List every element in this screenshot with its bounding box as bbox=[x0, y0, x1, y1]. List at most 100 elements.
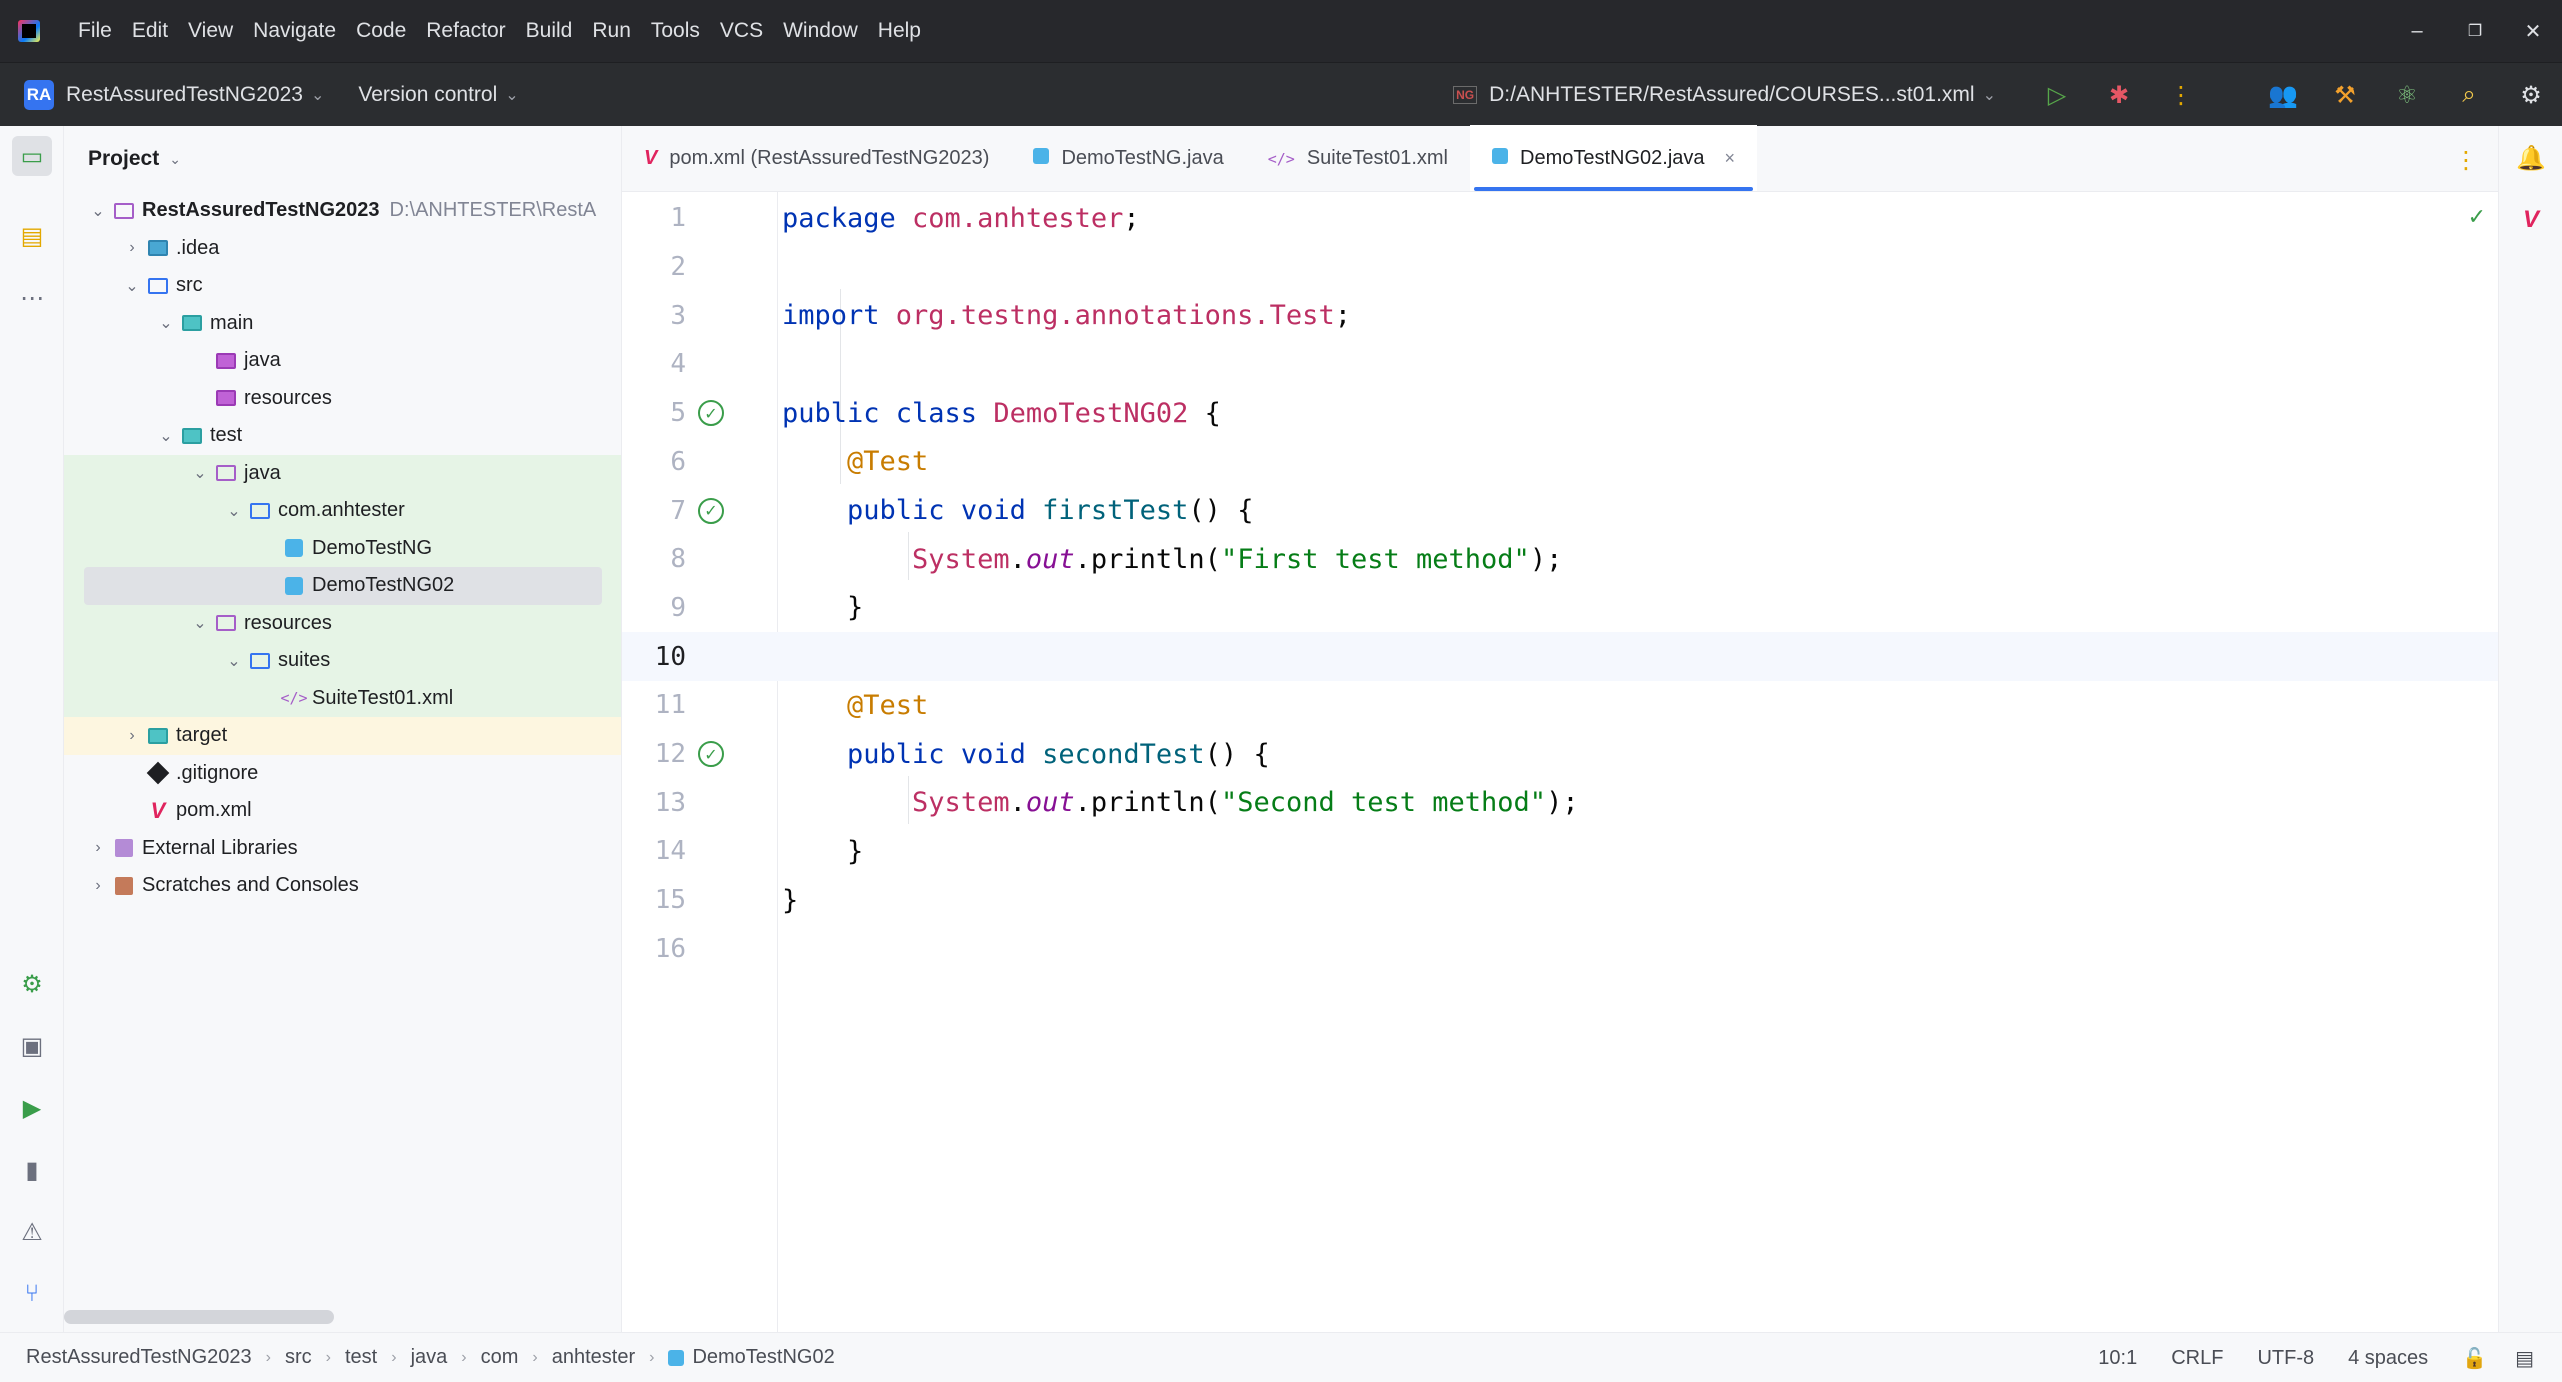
breadcrumb-item[interactable]: com bbox=[481, 1346, 519, 1369]
build-tools-icon[interactable]: ⚒ bbox=[2314, 81, 2376, 110]
line-number[interactable]: 11 bbox=[622, 690, 686, 720]
breadcrumb-item[interactable]: anhtester bbox=[552, 1346, 635, 1369]
chevron-down-icon[interactable]: ⌄ bbox=[505, 85, 518, 105]
tree-item[interactable]: › .idea bbox=[64, 230, 621, 268]
search-icon[interactable]: ⌕ bbox=[2438, 81, 2500, 109]
intellij-logo-icon[interactable] bbox=[18, 20, 40, 42]
line-number[interactable]: 9 bbox=[622, 593, 686, 623]
line-number[interactable]: 13 bbox=[622, 788, 686, 818]
terminal-icon[interactable]: ▮ bbox=[12, 1150, 52, 1190]
project-badge[interactable]: RA bbox=[24, 79, 54, 110]
indent-setting[interactable]: 4 spaces bbox=[2348, 1347, 2428, 1370]
tree-item[interactable]: ⌄ java bbox=[64, 454, 621, 492]
tree-item[interactable]: › Scratches and Consoles bbox=[64, 867, 621, 905]
tree-item[interactable]: Vpom.xml bbox=[64, 792, 621, 830]
chevron-right-icon[interactable]: › bbox=[118, 239, 146, 257]
tree-item[interactable]: ⌄ com.anhtester bbox=[64, 492, 621, 530]
project-panel-header[interactable]: Project ⌄ bbox=[64, 126, 621, 192]
menu-tools[interactable]: Tools bbox=[651, 19, 700, 43]
line-number[interactable]: 7 bbox=[622, 496, 686, 526]
project-name-dropdown[interactable]: RestAssuredTestNG2023 bbox=[66, 83, 303, 107]
line-number[interactable]: 5 bbox=[622, 398, 686, 428]
tree-item[interactable]: ⌄ suites bbox=[64, 642, 621, 680]
line-number[interactable]: 2 bbox=[622, 252, 686, 282]
chevron-down-icon[interactable]: ⌄ bbox=[152, 426, 180, 446]
services-gear-icon[interactable]: ⚙ bbox=[12, 964, 52, 1004]
menu-vcs[interactable]: VCS bbox=[720, 19, 763, 43]
tree-item[interactable]: .gitignore bbox=[64, 755, 621, 793]
line-number[interactable]: 14 bbox=[622, 836, 686, 866]
tree-item[interactable]: DemoTestNG02 bbox=[64, 567, 621, 605]
menu-file[interactable]: File bbox=[78, 19, 112, 43]
menu-view[interactable]: View bbox=[188, 19, 233, 43]
restore-button[interactable]: ❐ bbox=[2446, 21, 2504, 41]
chevron-down-icon[interactable]: ⌄ bbox=[84, 201, 112, 221]
code-with-me-icon[interactable]: 👥 bbox=[2252, 81, 2314, 110]
editor-tab[interactable]: DemoTestNG02.java × bbox=[1470, 125, 1758, 191]
chevron-right-icon[interactable]: › bbox=[84, 839, 112, 857]
close-window-button[interactable]: ✕ bbox=[2504, 19, 2562, 44]
structure-icon[interactable]: ▤ bbox=[12, 216, 52, 256]
debug-icon[interactable]: ✱ bbox=[2088, 81, 2150, 110]
memory-indicator-icon[interactable]: ▤ bbox=[2515, 1346, 2534, 1371]
chevron-down-icon[interactable]: ⌄ bbox=[152, 313, 180, 333]
tree-item[interactable]: ⌄ test bbox=[64, 417, 621, 455]
run-icon[interactable]: ▶ bbox=[12, 1088, 52, 1128]
file-encoding[interactable]: UTF-8 bbox=[2257, 1347, 2314, 1370]
tree-item[interactable]: › External Libraries bbox=[64, 830, 621, 868]
tree-item[interactable]: ⌄ src bbox=[64, 267, 621, 305]
caret-position[interactable]: 10:1 bbox=[2098, 1347, 2137, 1370]
chevron-right-icon[interactable]: › bbox=[118, 727, 146, 745]
chevron-down-icon[interactable]: ⌄ bbox=[169, 151, 181, 168]
menu-refactor[interactable]: Refactor bbox=[426, 19, 505, 43]
line-number[interactable]: 10 bbox=[622, 642, 686, 672]
chevron-down-icon[interactable]: ⌄ bbox=[311, 85, 324, 105]
version-control-dropdown[interactable]: Version control bbox=[358, 83, 497, 107]
tabs-more-icon[interactable]: ⋮ bbox=[2454, 146, 2478, 175]
minimize-button[interactable]: – bbox=[2388, 20, 2446, 43]
tree-item[interactable]: › target bbox=[64, 717, 621, 755]
menu-run[interactable]: Run bbox=[592, 19, 631, 43]
tree-item[interactable]: ⌄ main bbox=[64, 305, 621, 343]
run-test-passed-icon[interactable]: ✓ bbox=[698, 400, 724, 427]
menu-build[interactable]: Build bbox=[526, 19, 573, 43]
line-number[interactable]: 1 bbox=[622, 203, 686, 233]
more-tool-windows-icon[interactable]: ⋯ bbox=[12, 278, 52, 318]
menu-code[interactable]: Code bbox=[356, 19, 406, 43]
line-number[interactable]: 6 bbox=[622, 447, 686, 477]
chevron-down-icon[interactable]: ⌄ bbox=[186, 463, 214, 483]
close-tab-icon[interactable]: × bbox=[1725, 148, 1736, 169]
tree-item[interactable]: ⌄ RestAssuredTestNG2023 D:\ANHTESTER\RestA bbox=[64, 192, 621, 230]
settings-gear-icon[interactable]: ⚙ bbox=[2500, 81, 2562, 110]
breadcrumb-item[interactable]: test bbox=[345, 1346, 377, 1369]
run-test-passed-icon[interactable]: ✓ bbox=[698, 741, 724, 768]
maven-icon[interactable]: V bbox=[2511, 200, 2551, 240]
breadcrumb-item[interactable]: java bbox=[411, 1346, 448, 1369]
chevron-down-icon[interactable]: ⌄ bbox=[220, 501, 248, 521]
breadcrumb-item[interactable]: RestAssuredTestNG2023 bbox=[26, 1346, 252, 1369]
run-configuration-dropdown[interactable]: NG D:/ANHTESTER/RestAssured/COURSES...st… bbox=[1453, 83, 1996, 107]
project-icon[interactable]: ▭ bbox=[12, 136, 52, 176]
more-actions-icon[interactable]: ⋮ bbox=[2150, 81, 2212, 110]
ai-assistant-icon[interactable]: ⚛ bbox=[2376, 81, 2438, 110]
editor-tab[interactable]: </> SuiteTest01.xml bbox=[1246, 125, 1470, 191]
problems-icon[interactable]: ⚠ bbox=[12, 1212, 52, 1252]
chevron-down-icon[interactable]: ⌄ bbox=[220, 651, 248, 671]
breadcrumb-item[interactable]: src bbox=[285, 1346, 312, 1369]
run-icon[interactable]: ▷ bbox=[2026, 81, 2088, 110]
git-branch-icon[interactable]: ⑂ bbox=[12, 1274, 52, 1314]
menu-help[interactable]: Help bbox=[878, 19, 921, 43]
line-number[interactable]: 15 bbox=[622, 885, 686, 915]
archive-icon[interactable]: ▣ bbox=[12, 1026, 52, 1066]
line-number[interactable]: 3 bbox=[622, 301, 686, 331]
horizontal-scrollbar[interactable] bbox=[64, 1310, 334, 1324]
line-separator[interactable]: CRLF bbox=[2171, 1347, 2223, 1370]
tree-item[interactable]: resources bbox=[64, 380, 621, 418]
chevron-down-icon[interactable]: ⌄ bbox=[118, 276, 146, 296]
code-editor[interactable]: 1 package com.anhtester; 2 3 import org.test… bbox=[622, 192, 2498, 1332]
breadcrumb-item[interactable]: DemoTestNG02 bbox=[692, 1346, 834, 1369]
line-number[interactable]: 12 bbox=[622, 739, 686, 769]
menu-edit[interactable]: Edit bbox=[132, 19, 168, 43]
tree-item[interactable]: </> SuiteTest01.xml bbox=[64, 679, 621, 717]
notifications-bell-icon[interactable]: 🔔 bbox=[2511, 138, 2551, 178]
